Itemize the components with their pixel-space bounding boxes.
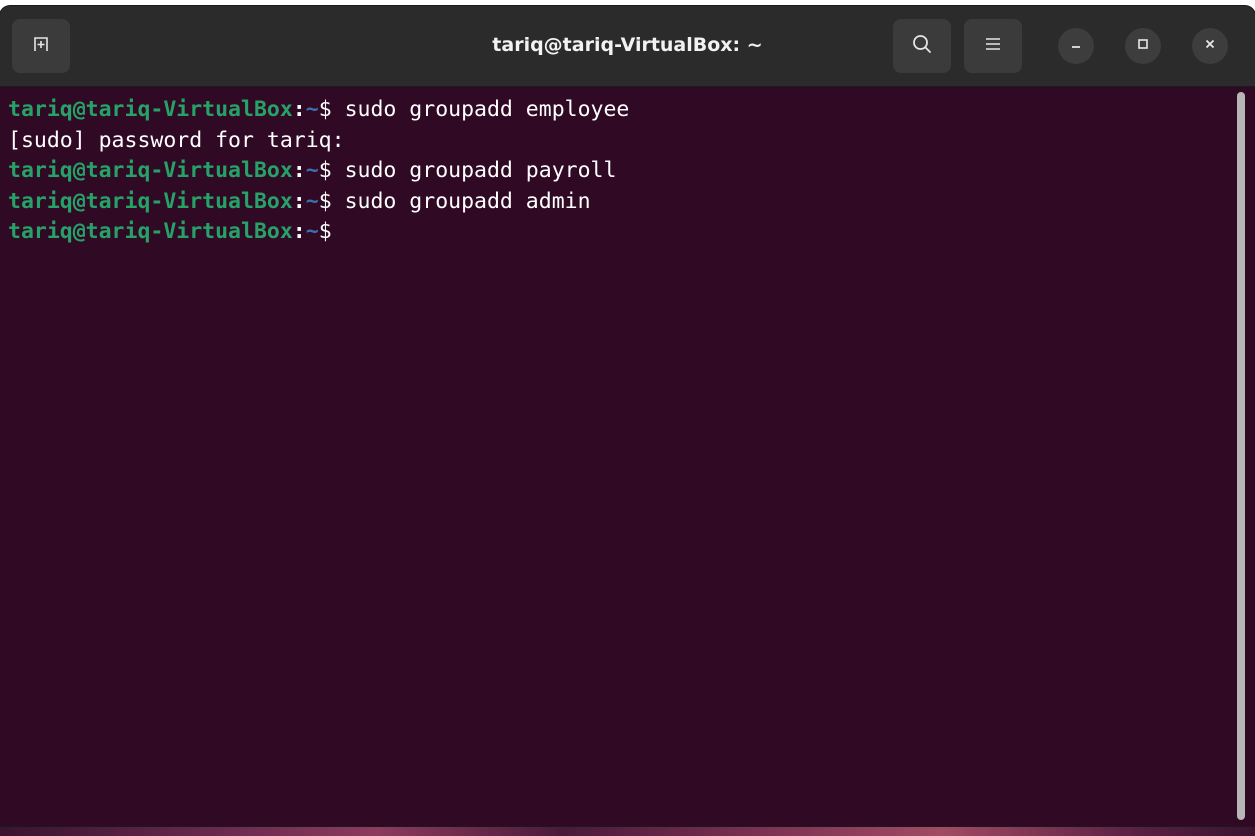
search-icon <box>911 33 933 60</box>
prompt-dollar: $ <box>318 188 332 214</box>
scrollbar[interactable] <box>1237 92 1245 820</box>
prompt-path: ~ <box>305 158 319 183</box>
terminal-line: tariq@tariq-VirtualBox:~$ sudo groupadd … <box>8 156 1235 187</box>
command-text: sudo groupadd payroll <box>331 158 617 183</box>
prompt-user: tariq@tariq-VirtualBox <box>8 219 293 244</box>
command-text: sudo groupadd employee <box>331 97 630 122</box>
minimize-button[interactable] <box>1058 28 1094 64</box>
command-text: sudo groupadd admin <box>331 188 591 214</box>
maximize-icon <box>1136 37 1150 56</box>
prompt-dollar: $ <box>318 97 332 122</box>
new-tab-button[interactable] <box>12 19 70 73</box>
maximize-button[interactable] <box>1125 28 1161 64</box>
prompt-user: tariq@tariq-VirtualBox <box>8 188 293 214</box>
menu-button[interactable] <box>964 19 1022 73</box>
terminal-window: tariq@tariq-VirtualBox: ~ tariq@tariq-Vi… <box>0 6 1255 826</box>
close-icon <box>1203 37 1217 56</box>
hamburger-menu-icon <box>983 34 1003 59</box>
minimize-icon <box>1069 37 1083 56</box>
prompt-path: ~ <box>305 188 319 214</box>
output-text: [sudo] password for tariq: <box>8 127 345 153</box>
prompt-path: ~ <box>305 97 319 122</box>
prompt-path: ~ <box>305 219 319 244</box>
search-button[interactable] <box>893 19 951 73</box>
prompt-colon: : <box>292 97 306 122</box>
header-bar: tariq@tariq-VirtualBox: ~ <box>0 6 1255 87</box>
new-tab-icon <box>31 34 51 59</box>
terminal-line: [sudo] password for tariq: <box>8 126 1235 157</box>
terminal-line: tariq@tariq-VirtualBox:~$ <box>8 217 1235 248</box>
prompt-dollar: $ <box>318 219 332 244</box>
prompt-dollar: $ <box>318 158 332 183</box>
prompt-colon: : <box>292 219 306 244</box>
terminal-line: tariq@tariq-VirtualBox:~$ sudo groupadd … <box>8 95 1235 126</box>
close-button[interactable] <box>1192 28 1228 64</box>
prompt-colon: : <box>292 158 306 183</box>
prompt-user: tariq@tariq-VirtualBox <box>8 97 293 122</box>
prompt-user: tariq@tariq-VirtualBox <box>8 158 293 183</box>
terminal-output[interactable]: tariq@tariq-VirtualBox:~$ sudo groupadd … <box>0 87 1235 826</box>
prompt-colon: : <box>292 188 306 214</box>
terminal-line: tariq@tariq-VirtualBox:~$ sudo groupadd … <box>8 187 1235 218</box>
